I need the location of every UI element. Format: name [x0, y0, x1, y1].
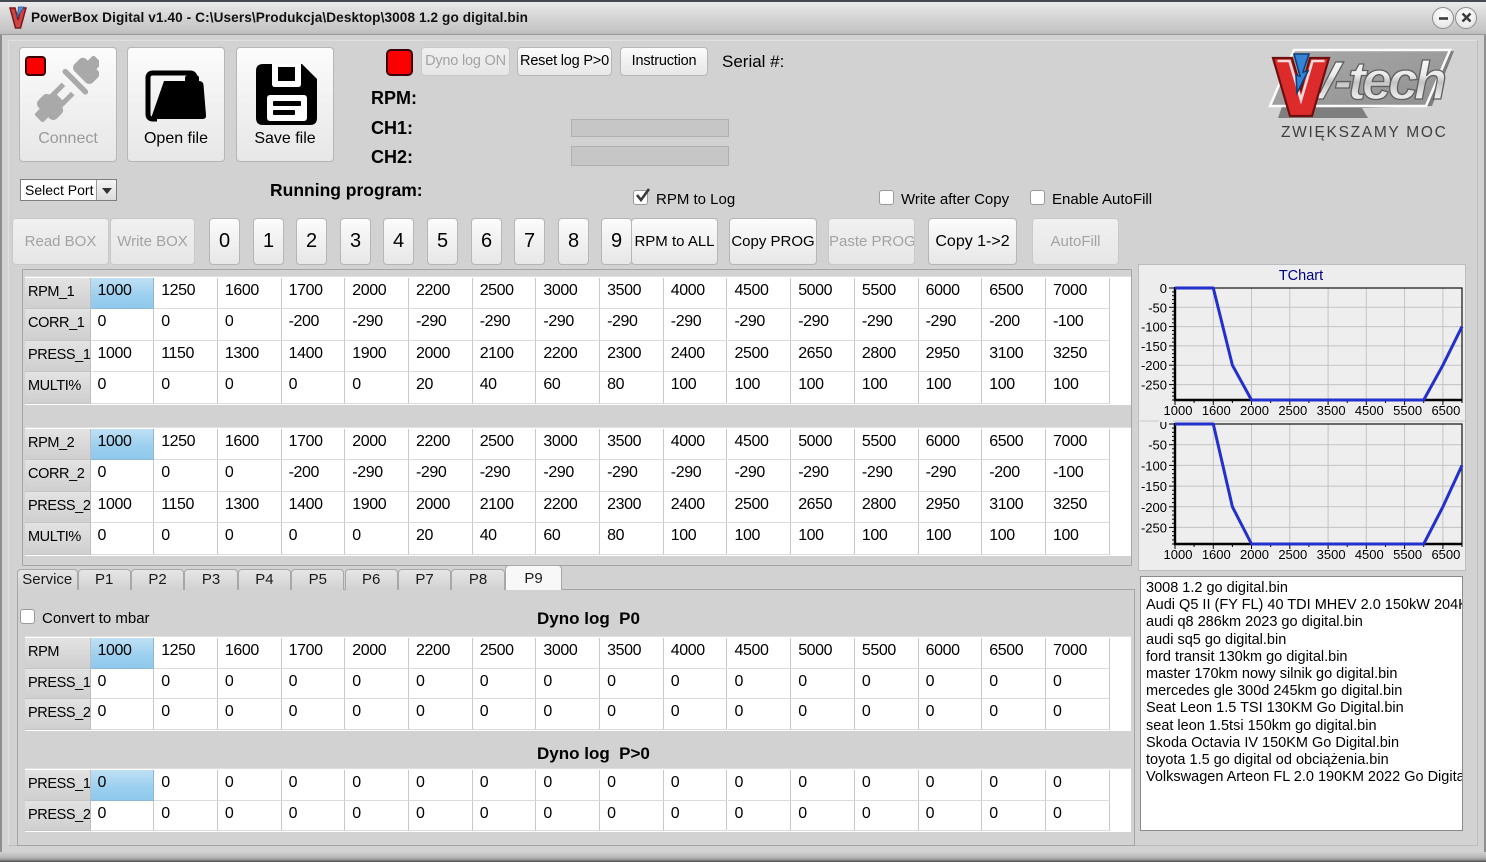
svg-text:-100: -100 — [1141, 458, 1167, 473]
svg-text:-200: -200 — [1141, 358, 1167, 373]
svg-text:ZWIĘKSZAMY MOC: ZWIĘKSZAMY MOC — [1281, 124, 1447, 141]
svg-text:-250: -250 — [1141, 378, 1167, 393]
svg-text:4500: 4500 — [1355, 547, 1384, 562]
svg-text:4500: 4500 — [1355, 403, 1384, 418]
svg-text:1600: 1600 — [1202, 403, 1231, 418]
svg-text:1000: 1000 — [1164, 403, 1193, 418]
svg-text:6500: 6500 — [1431, 547, 1460, 562]
svg-text:6500: 6500 — [1431, 403, 1460, 418]
svg-text:3500: 3500 — [1317, 403, 1346, 418]
svg-text:1000: 1000 — [1164, 547, 1193, 562]
svg-text:-50: -50 — [1148, 300, 1167, 315]
svg-text:-250: -250 — [1141, 520, 1167, 535]
svg-text:-50: -50 — [1148, 438, 1167, 453]
svg-text:-150: -150 — [1141, 339, 1167, 354]
svg-text:2500: 2500 — [1278, 403, 1307, 418]
svg-text:1600: 1600 — [1202, 547, 1231, 562]
svg-text:-100: -100 — [1141, 320, 1167, 335]
svg-text:TChart: TChart — [1279, 268, 1323, 284]
svg-text:2000: 2000 — [1240, 403, 1269, 418]
svg-text:3500: 3500 — [1317, 547, 1346, 562]
svg-text:5500: 5500 — [1393, 547, 1422, 562]
svg-text:2000: 2000 — [1240, 547, 1269, 562]
svg-text:-200: -200 — [1141, 500, 1167, 515]
svg-text:2500: 2500 — [1278, 547, 1307, 562]
svg-text:5500: 5500 — [1393, 403, 1422, 418]
svg-text:-150: -150 — [1141, 479, 1167, 494]
svg-text:0: 0 — [1160, 281, 1167, 296]
